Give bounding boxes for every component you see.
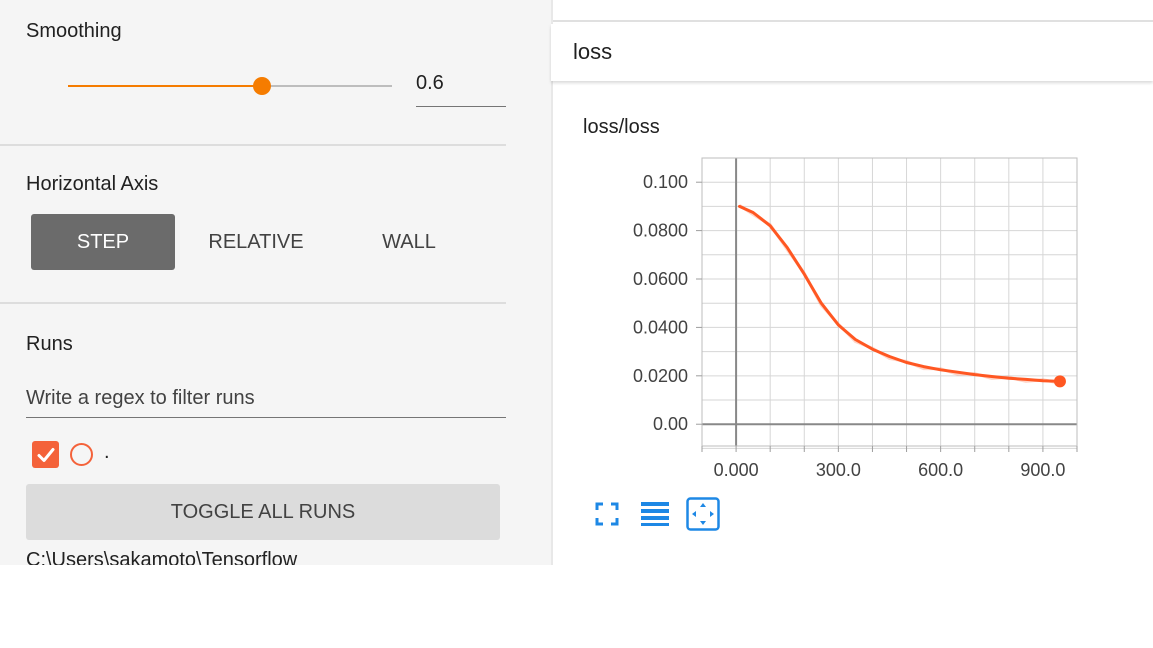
- chart-title: loss/loss: [583, 116, 660, 138]
- smoothing-slider-track[interactable]: [262, 85, 392, 87]
- toggle-all-runs-button[interactable]: TOGGLE ALL RUNS: [26, 484, 500, 540]
- smoothing-value-text: 0.6: [416, 72, 444, 94]
- category-header[interactable]: loss: [551, 24, 1153, 81]
- axis-step-button[interactable]: STEP: [31, 214, 175, 270]
- runs-title: Runs: [26, 333, 73, 355]
- category-title: loss: [573, 39, 613, 64]
- toggle-all-runs-label: TOGGLE ALL RUNS: [170, 500, 356, 523]
- run-color-swatch[interactable]: [70, 443, 93, 466]
- run-name: .: [104, 441, 110, 463]
- axis-step-label: STEP: [76, 230, 130, 253]
- plot-frame: [701, 157, 1078, 447]
- logdir-path: C:\Users\sakamoto\Tensorflow: [26, 549, 298, 565]
- sidebar: Smoothing 0.6 Horizontal Axis STEP RELAT…: [0, 0, 551, 565]
- fullscreen-icon[interactable]: [590, 497, 624, 531]
- sidebar-border: [551, 0, 553, 565]
- run-checkbox[interactable]: [32, 441, 59, 468]
- series-raw-line: [738, 204, 1061, 385]
- smoothing-value-input[interactable]: 0.6: [416, 72, 506, 107]
- axis-relative-label: RELATIVE: [208, 230, 304, 253]
- y-tick-label: 0.0800: [633, 221, 688, 241]
- x-tick-label: 600.0: [918, 460, 963, 480]
- check-icon: [37, 447, 54, 462]
- y-tick-label: 0.0600: [633, 269, 688, 289]
- y-tick-label: 0.0400: [633, 317, 688, 337]
- y-tick-label: 0.100: [643, 172, 688, 192]
- x-tick-label: 300.0: [816, 460, 861, 480]
- card-top-edge: [553, 0, 1153, 22]
- fit-domain-icon[interactable]: [686, 497, 720, 531]
- horizontal-axis-title: Horizontal Axis: [26, 173, 159, 195]
- runs-filter-input[interactable]: [26, 380, 506, 418]
- axis-relative-button[interactable]: RELATIVE: [184, 214, 328, 270]
- axis-wall-button[interactable]: WALL: [337, 214, 481, 270]
- loss-chart[interactable]: 0.100 0.0800 0.0600 0.0400 0.0200 0.00 0.000 30…: [600, 150, 1090, 490]
- smoothing-slider-fill[interactable]: [68, 85, 262, 87]
- axis-wall-label: WALL: [382, 230, 436, 253]
- divider: [0, 302, 506, 304]
- smoothing-slider-knob[interactable]: [253, 77, 271, 95]
- x-tick-label: 0.000: [714, 460, 759, 480]
- series-last-point: [1053, 375, 1066, 388]
- divider: [0, 144, 506, 146]
- y-tick-label: 0.0200: [633, 366, 688, 386]
- smoothing-title: Smoothing: [26, 20, 122, 42]
- log-scale-icon[interactable]: [638, 497, 672, 531]
- series-line: [738, 204, 1062, 383]
- y-tick-label: 0.00: [653, 414, 688, 434]
- x-tick-label: 900.0: [1020, 460, 1065, 480]
